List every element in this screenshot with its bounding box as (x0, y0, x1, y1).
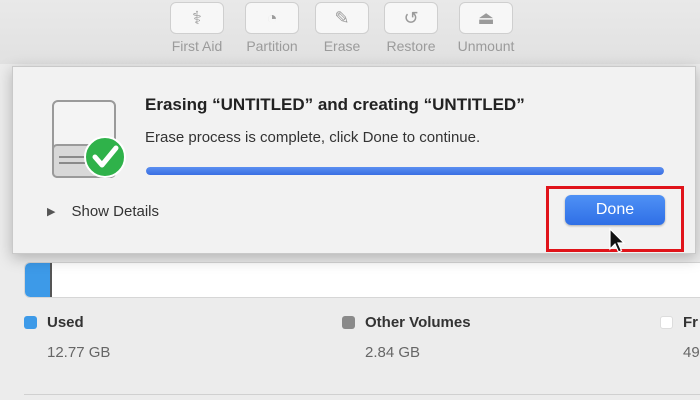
sheet-title: Erasing “UNTITLED” and creating “UNTITLE… (145, 95, 525, 114)
partition-tool[interactable]: ◔ Partition (237, 2, 307, 60)
used-swatch (24, 316, 37, 329)
mouse-cursor-icon (609, 228, 626, 253)
legend-size: 2.84 GB (365, 344, 421, 361)
legend-size: 49 (683, 344, 700, 361)
partition-icon[interactable]: ◔ (245, 2, 299, 34)
restore-icon[interactable]: ↺ (384, 2, 438, 34)
unmount-tool[interactable]: ⏏ Unmount (451, 2, 521, 60)
sheet-message: Erase process is complete, click Done to… (145, 129, 481, 146)
restore-label: Restore (386, 38, 436, 54)
show-details-toggle[interactable]: ▶ Show Details (47, 203, 159, 220)
erase-label: Erase (323, 38, 361, 54)
first-aid-tool[interactable]: ⚕ First Aid (162, 2, 232, 60)
restore-tool[interactable]: ↺ Restore (376, 2, 446, 60)
toolbar: ⚕ First Aid ◔ Partition ✎ Erase ↺ Restor… (0, 0, 700, 64)
erase-tool[interactable]: ✎ Erase (307, 2, 377, 60)
stethoscope-icon[interactable]: ⚕ (170, 2, 224, 34)
unmount-label: Unmount (457, 38, 515, 54)
other-volumes-swatch (342, 316, 355, 329)
legend-name: Other Volumes (365, 314, 471, 331)
storage-used-segment (25, 263, 53, 297)
progress-fill (146, 167, 664, 175)
erase-progress-bar (146, 167, 664, 175)
free-swatch (660, 316, 673, 329)
legend-name: Fr (683, 314, 698, 331)
divider (24, 394, 700, 395)
legend-size: 12.77 GB (47, 344, 111, 361)
drive-success-icon (52, 100, 126, 178)
storage-usage-bar (24, 262, 700, 298)
legend-name: Used (47, 314, 84, 331)
partition-label: Partition (246, 38, 298, 54)
erase-icon[interactable]: ✎ (315, 2, 369, 34)
disclosure-triangle-icon[interactable]: ▶ (47, 205, 55, 218)
show-details-label[interactable]: Show Details (71, 203, 159, 220)
unmount-icon[interactable]: ⏏ (459, 2, 513, 34)
first-aid-label: First Aid (171, 38, 223, 54)
